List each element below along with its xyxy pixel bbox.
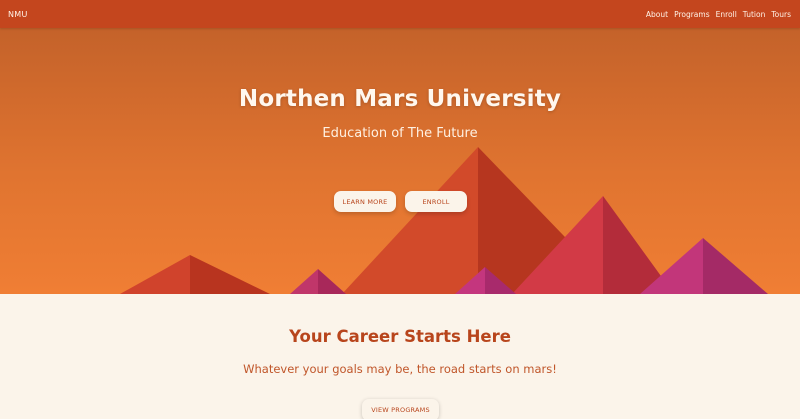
nav-link-tours[interactable]: Tours [771, 10, 791, 19]
nav-link-about[interactable]: About [646, 10, 668, 19]
nav-links: About Programs Enroll Tution Tours [646, 10, 791, 19]
hero-subtitle: Education of The Future [322, 126, 478, 141]
nav-link-programs[interactable]: Programs [674, 10, 710, 19]
mountain-center-left-face [342, 147, 478, 294]
hero-title: Northen Mars University [238, 86, 562, 112]
learn-more-button[interactable]: LEARN MORE [334, 191, 396, 212]
mountain-far-right-shadow [703, 238, 768, 294]
nav-link-tution[interactable]: Tution [743, 10, 766, 19]
mountains-illustration [120, 147, 768, 294]
mountain-left-face [120, 255, 190, 294]
view-programs-button[interactable]: VIEW PROGRAMS [362, 399, 439, 419]
mountain-pink-small-shadow [318, 269, 346, 294]
brand-logo[interactable]: NMU [8, 10, 28, 19]
career-tagline: Whatever your goals may be, the road sta… [243, 362, 557, 376]
navbar: NMU About Programs Enroll Tution Tours [0, 0, 800, 28]
mountain-left-shadow-face [190, 255, 270, 294]
career-section: Your Career Starts Here Whatever your go… [0, 294, 800, 419]
enroll-button[interactable]: ENROLL [405, 191, 467, 212]
career-title: Your Career Starts Here [289, 327, 511, 346]
mountain-pink-small-face [290, 269, 318, 294]
nav-link-enroll[interactable]: Enroll [716, 10, 737, 19]
hero-section: Northen Mars University Education of The… [0, 28, 800, 294]
